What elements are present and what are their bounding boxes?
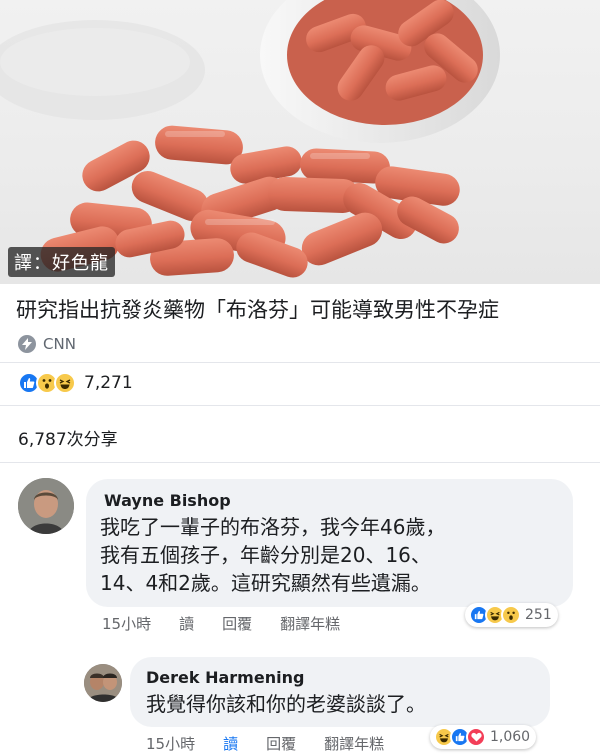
divider [0,362,600,363]
comment-time[interactable]: 15小時 [102,613,151,634]
comment-line: 14、4和2歲。這研究顯然有些遺漏。 [100,571,431,595]
divider [0,462,600,463]
comment-reaction-count: 251 [525,607,552,623]
comment-line: 我吃了一輩子的布洛芬，我今年46歲， [100,515,446,539]
watermark-label: 譯：好色龍 [8,247,115,277]
reaction-count[interactable]: 7,271 [84,373,133,393]
reply-button[interactable]: 回覆 [266,733,296,754]
comment-author[interactable]: Derek Harmening [146,668,304,687]
source-name: CNN [43,335,76,353]
article-headline[interactable]: 研究指出抗發炎藥物「布洛芬」可能導致男性不孕症 [16,296,591,324]
pills-illustration [0,0,500,278]
avatar[interactable] [18,478,74,534]
comment-actions: 15小時 讀 回覆 翻譯年糕 [146,733,412,754]
post-reactions[interactable]: 7,271 [18,372,133,394]
comment-reactions[interactable]: 1,060 [430,725,537,749]
reply-button[interactable]: 回覆 [222,613,252,634]
haha-icon [54,372,76,394]
bolt-icon [18,335,36,353]
article-source[interactable]: CNN [18,335,76,353]
share-count[interactable]: 6,787次分享 [18,425,118,450]
comment-text: 我吃了一輩子的布洛芬，我今年46歲， 我有五個孩子，年齡分別是20、16、 14… [100,513,445,597]
article-image[interactable]: 譯：好色龍 [0,0,600,284]
translate-button[interactable]: 翻譯年糕 [280,613,340,634]
comment-reaction-count: 1,060 [490,729,531,745]
translate-button[interactable]: 翻譯年糕 [324,733,384,754]
comment-reactions[interactable]: 251 [465,603,558,627]
read-button[interactable]: 讀 [223,733,238,754]
read-button[interactable]: 讀 [179,613,194,634]
divider [0,405,600,406]
love-icon [466,727,486,747]
comment-line: 我覺得你該和你的老婆談談了。 [146,692,426,716]
comment-bubble: Wayne Bishop 我吃了一輩子的布洛芬，我今年46歲， 我有五個孩子，年… [86,479,573,607]
comment-bubble: Derek Harmening 我覺得你該和你的老婆談談了。 [130,657,550,727]
comment-time[interactable]: 15小時 [146,733,195,754]
comment-actions: 15小時 讀 回覆 翻譯年糕 [102,613,368,634]
wow-icon [501,605,521,625]
comment-author[interactable]: Wayne Bishop [104,491,231,510]
comment-line: 我有五個孩子，年齡分別是20、16、 [100,543,431,567]
avatar[interactable] [84,664,122,702]
